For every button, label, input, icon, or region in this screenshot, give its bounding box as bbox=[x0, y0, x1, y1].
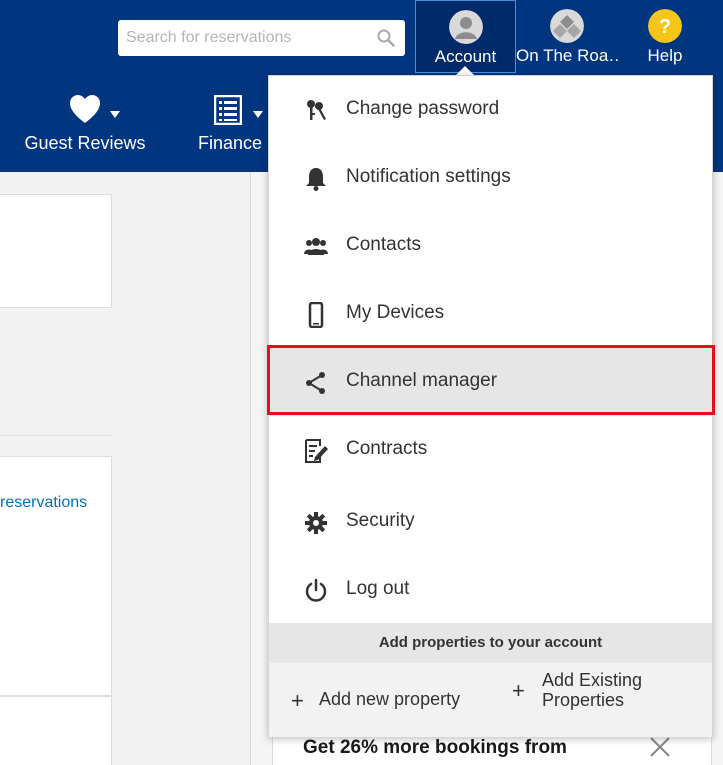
account-label: Account bbox=[434, 47, 497, 66]
finance-list-icon bbox=[214, 95, 242, 125]
content-card bbox=[0, 456, 112, 696]
add-new-property-label: Add new property bbox=[319, 689, 461, 709]
contract-icon bbox=[305, 439, 328, 463]
keys-icon bbox=[307, 100, 326, 120]
menu-item-contracts[interactable]: Contracts bbox=[269, 416, 712, 484]
reservations-link[interactable]: reservations bbox=[0, 494, 87, 512]
svg-text:?: ? bbox=[659, 16, 671, 38]
nav-guest-reviews[interactable]: Guest Reviews bbox=[24, 95, 146, 154]
help-label: Help bbox=[647, 46, 683, 65]
on-the-roads-button[interactable]: On The Roa… bbox=[516, 0, 618, 73]
account-avatar-icon bbox=[448, 10, 483, 44]
menu-item-log-out[interactable]: Log out bbox=[269, 556, 712, 624]
search-icon[interactable] bbox=[377, 29, 395, 47]
add-existing-properties-label: Add Existing Properties bbox=[542, 670, 643, 710]
section-divider bbox=[0, 435, 112, 436]
bell-icon bbox=[306, 168, 326, 191]
top-bar: Account On The Roa… ? Help bbox=[0, 0, 723, 75]
content-card bbox=[0, 696, 112, 765]
account-menu-button[interactable]: Account bbox=[415, 0, 516, 73]
close-icon[interactable] bbox=[648, 735, 672, 759]
menu-item-label: My Devices bbox=[346, 302, 445, 323]
menu-item-contacts[interactable]: Contacts bbox=[269, 212, 712, 280]
chevron-down-icon bbox=[110, 111, 120, 118]
menu-item-change-password[interactable]: Change password bbox=[269, 76, 712, 144]
nav-finance[interactable]: Finance bbox=[190, 95, 270, 154]
promo-title: Get 26% more bookings from bbox=[303, 737, 567, 758]
add-properties-footer: + Add new property + Add Existing Proper… bbox=[269, 663, 712, 737]
menu-item-label: Notification settings bbox=[346, 166, 511, 187]
nav-guest-reviews-label: Guest Reviews bbox=[24, 133, 146, 153]
chevron-down-icon bbox=[253, 111, 263, 118]
heart-icon bbox=[70, 95, 100, 123]
search-input[interactable] bbox=[126, 28, 366, 48]
content-card bbox=[0, 194, 112, 308]
menu-item-label: Log out bbox=[346, 578, 410, 599]
search-box[interactable] bbox=[118, 20, 405, 56]
selection-highlight-box bbox=[267, 345, 715, 415]
menu-item-my-devices[interactable]: My Devices bbox=[269, 280, 712, 348]
menu-item-label: Security bbox=[346, 510, 415, 531]
menu-item-security[interactable]: Security bbox=[269, 488, 712, 556]
contacts-icon bbox=[304, 238, 328, 255]
power-icon bbox=[305, 578, 327, 602]
property-group-icon bbox=[550, 9, 584, 43]
plus-icon: + bbox=[291, 688, 304, 713]
nav-finance-label: Finance bbox=[197, 133, 263, 153]
plus-icon: + bbox=[512, 678, 525, 703]
column-divider bbox=[250, 172, 251, 765]
help-button[interactable]: ? Help bbox=[630, 0, 700, 73]
phone-icon bbox=[308, 302, 324, 328]
menu-item-label: Contracts bbox=[346, 438, 428, 459]
help-icon: ? bbox=[648, 9, 682, 43]
add-properties-header: Add properties to your account bbox=[269, 623, 712, 663]
menu-item-label: Change password bbox=[346, 98, 500, 119]
gear-icon bbox=[305, 512, 327, 534]
menu-item-notification-settings[interactable]: Notification settings bbox=[269, 144, 712, 212]
menu-item-label: Contacts bbox=[346, 234, 421, 255]
on-the-roads-label: On The Roa… bbox=[516, 46, 618, 65]
